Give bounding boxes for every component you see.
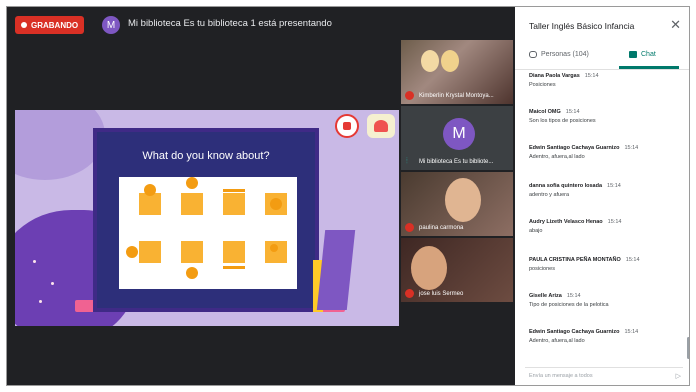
message-sender: Edwin Santiago Cachaya Guarnizo bbox=[529, 145, 620, 151]
message-sender: Diana Paola Vargas bbox=[529, 73, 580, 79]
mic-off-icon bbox=[405, 223, 414, 232]
chat-message: PAULA CRISTINA PEÑA MONTAÑO 15:14 posicio… bbox=[529, 257, 677, 272]
message-time: 15:14 bbox=[584, 73, 599, 79]
chat-message: Diana Paola Vargas 15:14 Posiciones bbox=[529, 73, 677, 88]
presenter-status: Mi biblioteca Es tu biblioteca 1 está pr… bbox=[128, 18, 332, 29]
ball bbox=[186, 267, 198, 279]
chat-message: Giselle Ariza 15:14 Tipo de posiciones de… bbox=[529, 293, 677, 308]
participant-tile[interactable]: paulina carmona bbox=[401, 172, 513, 236]
slide-title: What do you know about? bbox=[142, 150, 270, 162]
message-text: Son los tipos de posiciones bbox=[529, 118, 596, 124]
participant-video bbox=[421, 50, 439, 72]
presentation-slide: What do you know about? bbox=[15, 110, 399, 326]
record-dot-icon bbox=[21, 22, 27, 28]
ball bbox=[186, 177, 198, 189]
message-sender: Audry Lizeth Velasco Henao bbox=[529, 219, 603, 225]
tab-people[interactable]: Personas (104) bbox=[529, 51, 589, 58]
chat-message: Audry Lizeth Velasco Henao 15:14 abajo bbox=[529, 219, 677, 234]
meeting-window: GRABANDO M Mi biblioteca Es tu bibliotec… bbox=[6, 6, 690, 386]
position-box bbox=[139, 241, 161, 263]
presenter-avatar: M bbox=[102, 16, 120, 34]
participant-video bbox=[411, 246, 447, 290]
participant-name: paulina carmona bbox=[419, 225, 464, 231]
position-box bbox=[181, 193, 203, 215]
message-sender: danna sofia quintero losada bbox=[529, 183, 603, 189]
slide-monitor: What do you know about? bbox=[93, 128, 319, 312]
ball bbox=[144, 184, 156, 196]
message-time: 15:14 bbox=[624, 145, 639, 151]
position-box bbox=[181, 241, 203, 263]
message-text: Tipo de posiciones de la pelotica bbox=[529, 302, 609, 308]
message-time: 15:14 bbox=[607, 219, 622, 225]
speaking-indicator-icon: ⦙ bbox=[406, 156, 408, 165]
message-text: abajo bbox=[529, 228, 543, 234]
message-sender: Maicol OMG bbox=[529, 109, 561, 115]
chat-scrollbar[interactable] bbox=[687, 337, 689, 359]
message-sender: PAULA CRISTINA PEÑA MONTAÑO bbox=[529, 257, 621, 263]
chat-message: Edwin Santiago Cachaya Guarnizo 15:14 Ade… bbox=[529, 145, 677, 160]
chat-panel: Taller Inglés Básico Infancia ✕ Personas… bbox=[515, 7, 689, 385]
message-time: 15:14 bbox=[625, 257, 640, 263]
message-time: 15:14 bbox=[565, 109, 580, 115]
participant-name: jose luis Sermeo bbox=[419, 291, 464, 297]
top-bar: GRABANDO M Mi biblioteca Es tu bibliotec… bbox=[7, 7, 515, 41]
message-text: adentro y afuera bbox=[529, 192, 570, 198]
mic-off-icon bbox=[405, 91, 414, 100]
recording-label: GRABANDO bbox=[31, 20, 79, 30]
message-text: posiciones bbox=[529, 266, 555, 272]
participant-video bbox=[441, 50, 459, 72]
people-icon bbox=[529, 51, 537, 58]
message-text: Adentro, afuera,al lado bbox=[529, 154, 585, 160]
chat-message: Maicol OMG 15:14 Son los tipos de posicio… bbox=[529, 109, 677, 124]
tab-chat[interactable]: Chat bbox=[629, 51, 656, 58]
position-box bbox=[223, 241, 245, 263]
message-text: Adentro, afuera,al lado bbox=[529, 338, 585, 344]
participant-avatar: M bbox=[443, 118, 475, 150]
school-logo bbox=[335, 114, 359, 138]
chat-message: Edwin Santiago Cachaya Guarnizo 15:14 Ade… bbox=[529, 329, 677, 344]
tab-people-label: Personas (104) bbox=[541, 51, 589, 58]
sparkle bbox=[33, 260, 36, 263]
positions-card bbox=[119, 177, 297, 289]
position-box bbox=[223, 193, 245, 215]
chat-message: danna sofia quintero losada 15:14 adentro… bbox=[529, 183, 677, 198]
participant-tile[interactable]: Kimberlin Krystal Montoya... bbox=[401, 40, 513, 104]
slide-decoration bbox=[316, 230, 356, 310]
ball bbox=[126, 246, 138, 258]
mic-off-icon bbox=[405, 289, 414, 298]
sparkle bbox=[51, 282, 54, 285]
message-text: Posiciones bbox=[529, 82, 556, 88]
message-time: 15:14 bbox=[607, 183, 621, 189]
chat-icon bbox=[629, 51, 637, 58]
participant-video bbox=[445, 178, 481, 222]
message-time: 15:14 bbox=[566, 293, 581, 299]
send-icon[interactable]: ▷ bbox=[676, 372, 681, 380]
chat-input-placeholder: Envía un mensaje a todos bbox=[529, 373, 593, 379]
ball bbox=[270, 244, 278, 252]
message-sender: Edwin Santiago Cachaya Guarnizo bbox=[529, 329, 620, 335]
ball-line bbox=[223, 189, 245, 192]
tab-chat-label: Chat bbox=[641, 51, 656, 58]
recording-badge: GRABANDO bbox=[15, 16, 85, 34]
participant-name: Mi biblioteca Es tu bibliote... bbox=[419, 159, 494, 165]
meeting-title: Taller Inglés Básico Infancia bbox=[529, 21, 635, 31]
position-box bbox=[139, 193, 161, 215]
panel-tabs: Personas (104) Chat bbox=[515, 45, 689, 70]
participant-name: Kimberlin Krystal Montoya... bbox=[419, 93, 494, 99]
active-tab-indicator bbox=[619, 66, 679, 69]
participant-tile[interactable]: jose luis Sermeo bbox=[401, 238, 513, 302]
chat-input[interactable]: Envía un mensaje a todos ▷ bbox=[525, 367, 683, 382]
message-time: 15:14 bbox=[624, 329, 639, 335]
sparkle bbox=[39, 300, 42, 303]
close-icon[interactable]: ✕ bbox=[670, 17, 681, 33]
ball-line bbox=[223, 266, 245, 269]
slide-decoration bbox=[15, 110, 105, 180]
message-sender: Giselle Ariza bbox=[529, 293, 562, 299]
ball bbox=[270, 198, 282, 210]
library-logo bbox=[367, 114, 395, 138]
participant-tile[interactable]: M ⦙ Mi biblioteca Es tu bibliote... bbox=[401, 106, 513, 170]
